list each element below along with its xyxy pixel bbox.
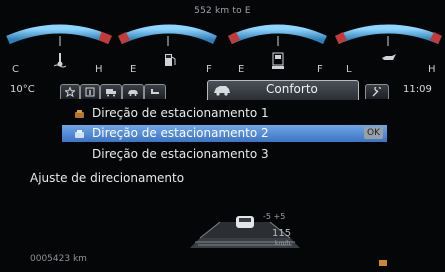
- menu-item-label: Direção de estacionamento 2: [92, 126, 269, 140]
- menu-item-parking-1[interactable]: Direção de estacionamento 1: [62, 105, 387, 122]
- tab-seat[interactable]: [144, 84, 166, 99]
- wrench-icon: [372, 87, 381, 97]
- tab-service[interactable]: [365, 84, 389, 99]
- odometer: 0005423 km: [30, 254, 87, 264]
- menu-item-label: Direção de estacionamento 1: [92, 106, 269, 120]
- menu-item-label: Direção de estacionamento 3: [92, 147, 269, 161]
- outside-temperature: 10°C: [10, 84, 35, 95]
- tab-info[interactable]: [80, 84, 100, 99]
- fuel-empty-label: E: [130, 64, 137, 75]
- ok-badge[interactable]: OK: [364, 127, 383, 139]
- info-icon: [85, 87, 95, 97]
- warning-icon: [378, 253, 388, 266]
- key-profile-icon: [74, 128, 85, 139]
- star-icon: [65, 87, 75, 97]
- instrument-cluster-display: 552 km to E C H E F E F L H 10°C Confort…: [0, 0, 445, 266]
- adblue-full-label: F: [317, 64, 323, 75]
- adblue-icon: [270, 52, 286, 70]
- fuel-pump-icon: [163, 52, 177, 68]
- truck-icon: [106, 89, 116, 97]
- fuel-full-label: F: [206, 64, 212, 75]
- car-ahead-icon: [236, 216, 254, 228]
- lane-offset-markers: -5 +5: [263, 212, 286, 221]
- clock: 11:09: [403, 84, 432, 95]
- lane-assist-graphic: [190, 216, 300, 248]
- car-icon: [128, 90, 138, 96]
- oil-high-label: H: [428, 64, 436, 75]
- menu-item-parking-2[interactable]: Direção de estacionamento 2 OK: [62, 125, 387, 142]
- coolant-temp-icon: [52, 52, 68, 68]
- speed-unit: km/h: [275, 240, 291, 247]
- tab-truck[interactable]: [100, 84, 122, 99]
- coolant-cold-label: C: [12, 64, 19, 75]
- oil-low-label: L: [346, 64, 352, 75]
- menu-item-label: Ajuste de direcionamento: [30, 171, 185, 185]
- tab-car[interactable]: [122, 84, 144, 99]
- seat-icon: [151, 89, 159, 94]
- menu-item-steering-adjust[interactable]: Ajuste de direcionamento: [30, 170, 330, 187]
- range-to-empty: 552 km to E: [194, 6, 251, 16]
- key-profile-icon: [74, 108, 85, 119]
- speed-value: 115: [272, 228, 292, 239]
- tab-comfort-label: Conforto: [266, 82, 318, 96]
- menu-item-parking-3[interactable]: Direção de estacionamento 3: [62, 146, 387, 163]
- coolant-hot-label: H: [95, 64, 103, 75]
- vehicle-comfort-icon: [214, 86, 230, 96]
- coolant-gauge-arc: [6, 24, 112, 45]
- tab-favorites[interactable]: [60, 84, 80, 99]
- adblue-empty-label: E: [238, 64, 245, 75]
- oil-can-icon: [380, 52, 398, 64]
